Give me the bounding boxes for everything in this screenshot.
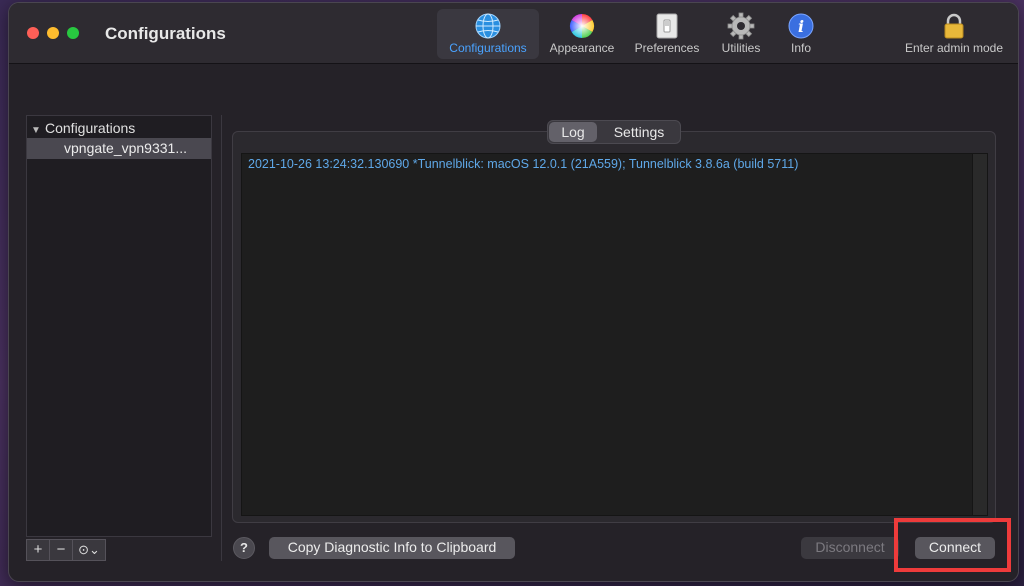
minimize-window-button[interactable]: [47, 27, 59, 39]
globe-icon: [475, 13, 501, 39]
title-bar: Configurations Configurations Appearance…: [9, 3, 1018, 64]
remove-configuration-button[interactable]: −: [49, 539, 73, 561]
app-window: Configurations Configurations Appearance…: [8, 2, 1019, 582]
toolbar-info-label: Info: [790, 41, 811, 55]
toolbar-appearance-label: Appearance: [549, 41, 615, 55]
toolbar-appearance[interactable]: Appearance: [542, 9, 622, 59]
toolbar-preferences-label: Preferences: [634, 41, 700, 55]
toolbar-preferences[interactable]: Preferences: [628, 9, 706, 59]
toolbar-info[interactable]: i Info: [773, 9, 829, 59]
disconnect-button[interactable]: Disconnect: [801, 537, 899, 559]
window-title: Configurations: [105, 24, 226, 43]
log-scrollbar[interactable]: [972, 154, 987, 515]
configurations-sidebar: ▼ Configurations vpngate_vpn9331...: [26, 115, 212, 537]
info-icon: i: [788, 13, 814, 39]
log-line: 2021-10-26 13:24:32.130690 *Tunnelblick:…: [248, 157, 799, 171]
add-configuration-button[interactable]: +: [26, 539, 50, 561]
toolbar-configurations-label: Configurations: [449, 41, 527, 55]
color-wheel-icon: [569, 13, 595, 38]
chevron-down-icon: ▼: [31, 125, 41, 136]
gear-icon: [727, 12, 755, 40]
close-window-button[interactable]: [27, 27, 39, 39]
help-button[interactable]: ?: [233, 537, 255, 559]
zoom-window-button[interactable]: [67, 27, 79, 39]
toolbar-utilities-label: Utilities: [721, 41, 761, 55]
log-text-area[interactable]: 2021-10-26 13:24:32.130690 *Tunnelblick:…: [241, 153, 988, 516]
tab-log[interactable]: Log: [549, 122, 597, 142]
sidebar-header[interactable]: ▼ Configurations: [31, 120, 135, 136]
sidebar-item-vpngate[interactable]: vpngate_vpn9331...: [27, 138, 211, 159]
sidebar-header-label: Configurations: [45, 120, 136, 136]
light-switch-icon: [656, 13, 678, 39]
tab-settings[interactable]: Settings: [600, 122, 678, 142]
copy-diagnostic-button[interactable]: Copy Diagnostic Info to Clipboard: [269, 537, 515, 559]
toolbar-utilities[interactable]: Utilities: [712, 9, 770, 59]
svg-text:i: i: [798, 17, 804, 36]
configuration-actions-button[interactable]: ⊙⌄: [72, 539, 106, 561]
sidebar-item-label: vpngate_vpn9331...: [64, 140, 187, 156]
connect-highlight-box: [894, 518, 1011, 572]
lock-icon: [944, 13, 964, 39]
admin-mode-button[interactable]: Enter admin mode: [891, 9, 1017, 59]
admin-mode-label: Enter admin mode: [904, 41, 1004, 55]
toolbar-configurations[interactable]: Configurations: [437, 9, 539, 59]
pane-divider[interactable]: [221, 115, 222, 561]
view-tabs: Log Settings: [547, 120, 681, 144]
